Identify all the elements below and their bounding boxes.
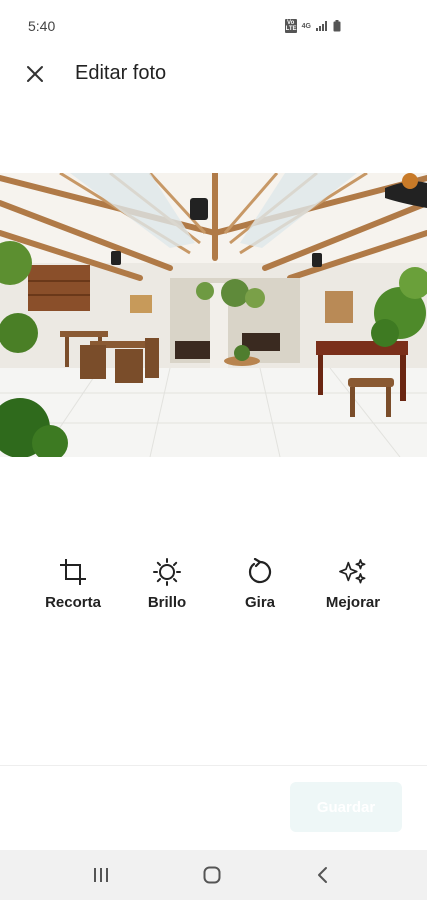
rotate-tool-button[interactable]: Gira	[220, 558, 300, 611]
crop-tool-label: Recorta	[45, 594, 101, 611]
sparkles-icon	[339, 558, 367, 586]
back-icon	[318, 867, 327, 883]
save-button[interactable]: Guardar	[290, 782, 402, 832]
status-time: 5:40	[28, 18, 56, 34]
crop-icon	[59, 558, 87, 586]
enhance-tool-button[interactable]: Mejorar	[313, 558, 393, 611]
recent-apps-icon	[94, 868, 108, 882]
back-button[interactable]	[308, 862, 338, 888]
header: Editar foto	[0, 52, 427, 96]
system-nav-bar	[0, 850, 427, 900]
rotate-tool-label: Gira	[244, 594, 275, 611]
photo-preview	[0, 173, 427, 457]
recent-apps-button[interactable]	[86, 862, 116, 888]
crop-tool-button[interactable]: Recorta	[33, 558, 113, 611]
edit-tools: Recorta Brillo Gira Mejorar	[0, 558, 427, 618]
signal-icon	[316, 21, 327, 31]
enhance-tool-label: Mejorar	[325, 594, 381, 611]
brightness-icon	[153, 558, 181, 586]
status-icons: Vo LTE 4G	[284, 19, 341, 33]
home-icon	[203, 866, 221, 884]
footer-divider	[0, 765, 427, 766]
close-button[interactable]	[22, 62, 48, 86]
brightness-tool-label: Brillo	[147, 594, 187, 611]
restaurant-courtyard-photo	[0, 173, 427, 457]
close-icon	[27, 66, 43, 82]
network-type-label: 4G	[301, 22, 311, 30]
status-bar: 5:40 Vo LTE 4G	[0, 0, 427, 52]
home-button[interactable]	[197, 862, 227, 888]
volte-icon: Vo LTE	[284, 19, 297, 33]
battery-icon	[333, 20, 341, 32]
page-title: Editar foto	[75, 62, 167, 84]
rotate-icon	[246, 558, 274, 586]
brightness-tool-button[interactable]: Brillo	[127, 558, 207, 611]
